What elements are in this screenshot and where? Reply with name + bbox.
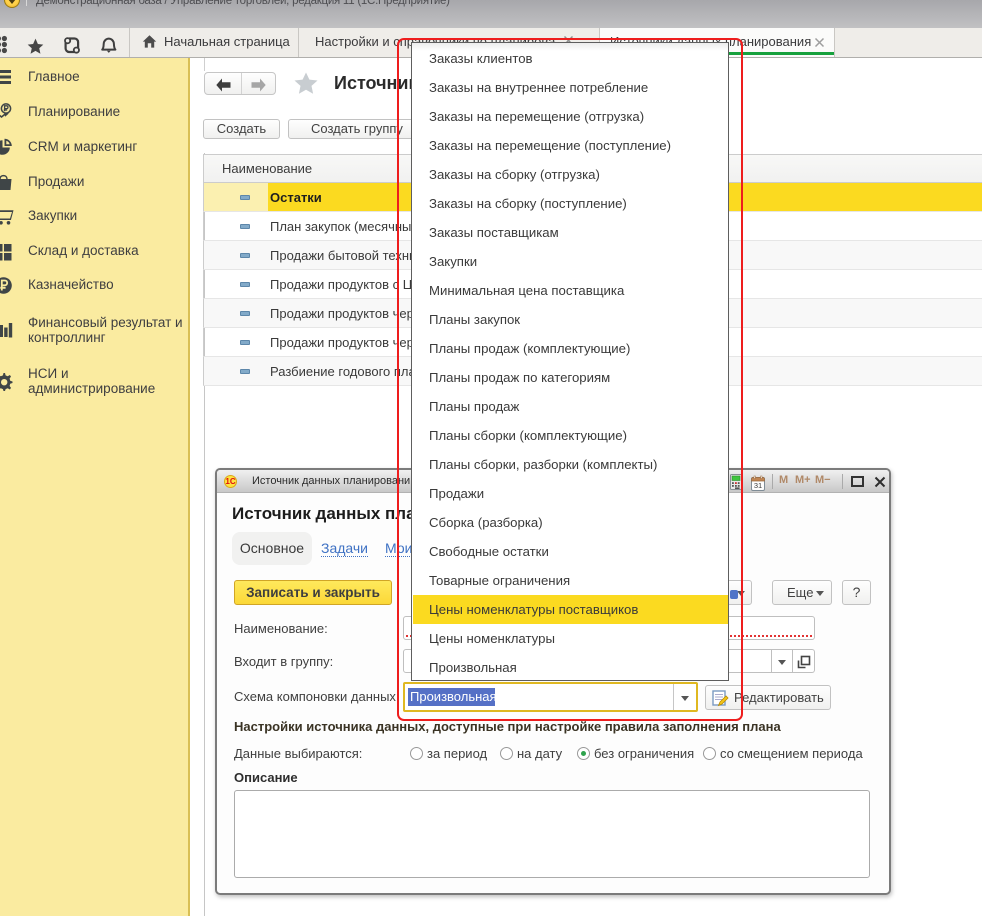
svg-text:31: 31 <box>754 481 762 490</box>
